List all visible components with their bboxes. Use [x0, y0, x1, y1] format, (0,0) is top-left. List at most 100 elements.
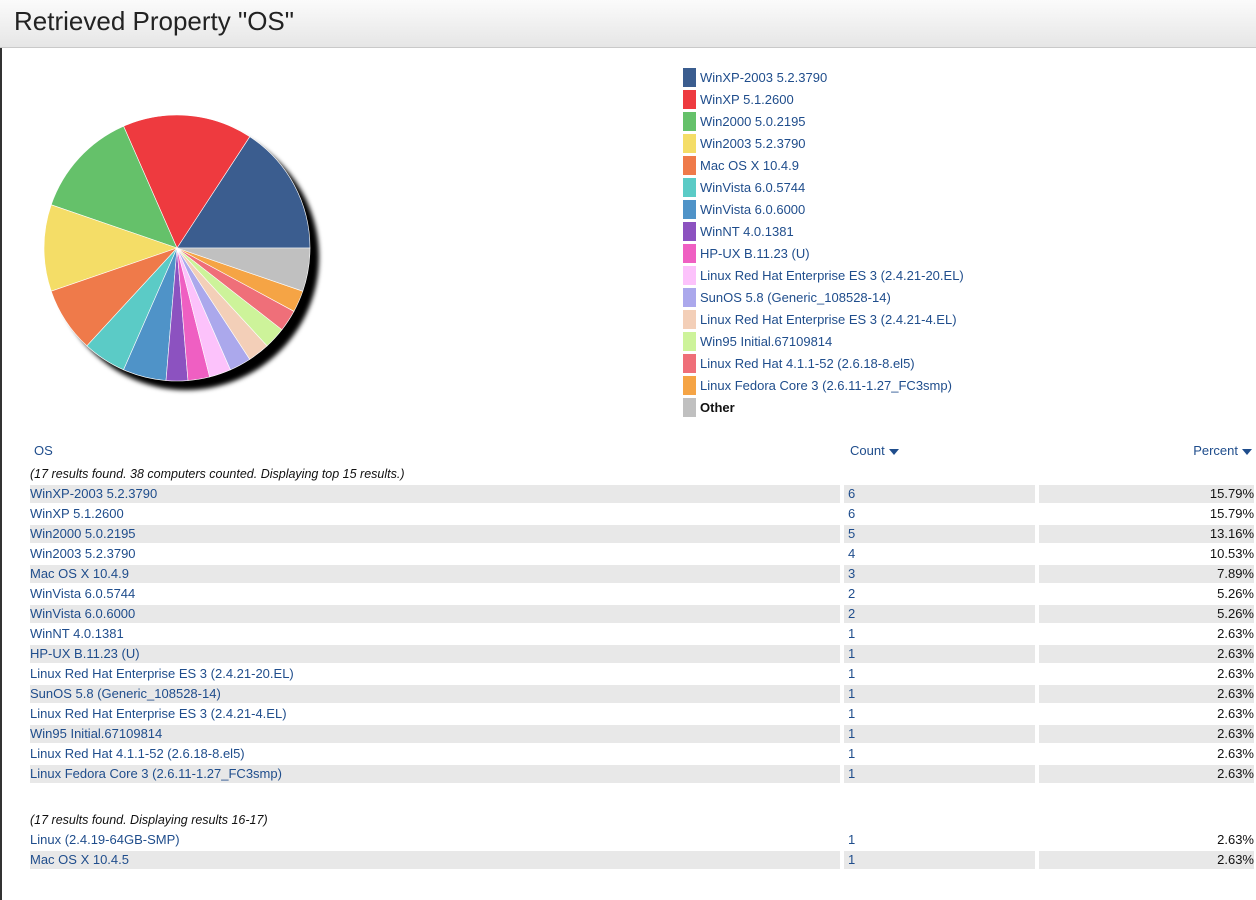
count-link[interactable]: 3: [844, 565, 1035, 583]
os-name-link[interactable]: WinXP 5.1.2600: [30, 505, 840, 523]
count-link[interactable]: 1: [844, 705, 1035, 723]
table-row: SunOS 5.8 (Generic_108528-14) 1 2.63%: [30, 684, 1254, 704]
chart-legend: WinXP-2003 5.2.3790 WinXP 5.1.2600 Win2000…: [683, 66, 964, 418]
percent-value: 15.79%: [1209, 506, 1254, 521]
legend-swatch: [683, 397, 696, 417]
table-row: WinVista 6.0.5744 2 5.26%: [30, 584, 1254, 604]
table-row: Win2000 5.0.2195 5 13.16%: [30, 524, 1254, 544]
os-name-link[interactable]: Linux Fedora Core 3 (2.6.11-1.27_FC3smp): [30, 765, 840, 783]
table-row: WinXP-2003 5.2.3790 6 15.79%: [30, 484, 1254, 504]
os-name-link[interactable]: SunOS 5.8 (Generic_108528-14): [30, 685, 840, 703]
table-row: Win95 Initial.67109814 1 2.63%: [30, 724, 1254, 744]
count-link[interactable]: 6: [844, 505, 1035, 523]
legend-item: Mac OS X 10.4.9: [683, 154, 964, 176]
os-name-link[interactable]: Mac OS X 10.4.5: [30, 851, 840, 869]
table-row: Linux Red Hat Enterprise ES 3 (2.4.21-4.…: [30, 704, 1254, 724]
legend-label[interactable]: Linux Fedora Core 3 (2.6.11-1.27_FC3smp): [700, 378, 952, 393]
table-row: Mac OS X 10.4.9 3 7.89%: [30, 564, 1254, 584]
count-link[interactable]: 1: [844, 765, 1035, 783]
count-link[interactable]: 1: [844, 665, 1035, 683]
percent-value: 5.26%: [1217, 586, 1254, 601]
os-name-link[interactable]: Win95 Initial.67109814: [30, 725, 840, 743]
legend-item: Linux Red Hat 4.1.1-52 (2.6.18-8.el5): [683, 352, 964, 374]
legend-swatch: [683, 375, 696, 395]
legend-label[interactable]: Win2003 5.2.3790: [700, 136, 806, 151]
legend-item: WinXP-2003 5.2.3790: [683, 66, 964, 88]
percent-value: 2.63%: [1039, 645, 1254, 663]
os-name-link[interactable]: Linux Red Hat Enterprise ES 3 (2.4.21-20…: [30, 665, 840, 683]
legend-item: Linux Red Hat Enterprise ES 3 (2.4.21-20…: [683, 264, 964, 286]
results-summary-top: (17 results found. 38 computers counted.…: [30, 467, 405, 481]
legend-item: WinVista 6.0.6000: [683, 198, 964, 220]
count-link[interactable]: 4: [844, 545, 1035, 563]
window-edge: [0, 0, 2, 900]
percent-value: 15.79%: [1039, 485, 1254, 503]
legend-item: WinVista 6.0.5744: [683, 176, 964, 198]
legend-swatch: [683, 309, 696, 329]
percent-value: 10.53%: [1209, 546, 1254, 561]
legend-swatch: [683, 133, 696, 153]
os-name-link[interactable]: Win2000 5.0.2195: [30, 525, 840, 543]
percent-value: 2.63%: [1039, 851, 1254, 869]
os-name-link[interactable]: Mac OS X 10.4.9: [30, 565, 840, 583]
sort-desc-icon: [1242, 448, 1252, 455]
count-link[interactable]: 6: [844, 485, 1035, 503]
percent-column-header[interactable]: Percent: [1193, 443, 1252, 458]
os-name-link[interactable]: WinXP-2003 5.2.3790: [30, 485, 840, 503]
table-row: Win2003 5.2.3790 4 10.53%: [30, 544, 1254, 564]
os-name-link[interactable]: WinVista 6.0.5744: [30, 585, 840, 603]
top-results-rows: WinXP-2003 5.2.3790 6 15.79% WinXP 5.1.2600…: [30, 484, 1254, 784]
legend-item: Linux Fedora Core 3 (2.6.11-1.27_FC3smp): [683, 374, 964, 396]
legend-label[interactable]: HP-UX B.11.23 (U): [700, 246, 810, 261]
os-name-link[interactable]: Linux Red Hat 4.1.1-52 (2.6.18-8.el5): [30, 745, 840, 763]
count-link[interactable]: 1: [844, 685, 1035, 703]
legend-label[interactable]: Linux Red Hat Enterprise ES 3 (2.4.21-4.…: [700, 312, 957, 327]
count-link[interactable]: 1: [844, 625, 1035, 643]
count-link[interactable]: 1: [844, 725, 1035, 743]
os-name-link[interactable]: Win2003 5.2.3790: [30, 545, 840, 563]
legend-label[interactable]: WinVista 6.0.5744: [700, 180, 805, 195]
percent-value: 2.63%: [1039, 685, 1254, 703]
os-name-link[interactable]: Linux Red Hat Enterprise ES 3 (2.4.21-4.…: [30, 705, 840, 723]
count-link[interactable]: 1: [844, 851, 1035, 869]
title-bar: Retrieved Property "OS": [0, 0, 1256, 48]
count-link[interactable]: 1: [844, 745, 1035, 763]
count-link[interactable]: 1: [844, 645, 1035, 663]
percent-value: 2.63%: [1217, 832, 1254, 847]
count-column-header[interactable]: Count: [850, 443, 899, 458]
legend-label[interactable]: WinVista 6.0.6000: [700, 202, 805, 217]
table-row: WinNT 4.0.1381 1 2.63%: [30, 624, 1254, 644]
legend-label[interactable]: Linux Red Hat 4.1.1-52 (2.6.18-8.el5): [700, 356, 915, 371]
legend-swatch: [683, 111, 696, 131]
legend-label[interactable]: Win95 Initial.67109814: [700, 334, 832, 349]
legend-label[interactable]: SunOS 5.8 (Generic_108528-14): [700, 290, 891, 305]
legend-item: WinNT 4.0.1381: [683, 220, 964, 242]
legend-label[interactable]: WinNT 4.0.1381: [700, 224, 794, 239]
legend-label[interactable]: WinXP 5.1.2600: [700, 92, 794, 107]
os-column-header[interactable]: OS: [34, 443, 53, 458]
count-link[interactable]: 2: [844, 585, 1035, 603]
legend-swatch: [683, 177, 696, 197]
legend-item: Win95 Initial.67109814: [683, 330, 964, 352]
legend-item: Other: [683, 396, 964, 418]
count-link[interactable]: 1: [844, 831, 1035, 849]
legend-label[interactable]: Mac OS X 10.4.9: [700, 158, 799, 173]
count-header-label: Count: [850, 443, 885, 458]
os-name-link[interactable]: WinVista 6.0.6000: [30, 605, 840, 623]
legend-label: Other: [700, 399, 735, 415]
legend-label[interactable]: Win2000 5.0.2195: [700, 114, 806, 129]
count-link[interactable]: 5: [844, 525, 1035, 543]
legend-item: Win2003 5.2.3790: [683, 132, 964, 154]
table-row: WinXP 5.1.2600 6 15.79%: [30, 504, 1254, 524]
legend-label[interactable]: Linux Red Hat Enterprise ES 3 (2.4.21-20…: [700, 268, 964, 283]
os-name-link[interactable]: WinNT 4.0.1381: [30, 625, 840, 643]
legend-swatch: [683, 155, 696, 175]
os-name-link[interactable]: HP-UX B.11.23 (U): [30, 645, 840, 663]
page-title: Retrieved Property "OS": [14, 6, 295, 36]
legend-swatch: [683, 243, 696, 263]
table-row: HP-UX B.11.23 (U) 1 2.63%: [30, 644, 1254, 664]
os-name-link[interactable]: Linux (2.4.19-64GB-SMP): [30, 831, 840, 849]
count-link[interactable]: 2: [844, 605, 1035, 623]
legend-swatch: [683, 221, 696, 241]
legend-label[interactable]: WinXP-2003 5.2.3790: [700, 70, 827, 85]
